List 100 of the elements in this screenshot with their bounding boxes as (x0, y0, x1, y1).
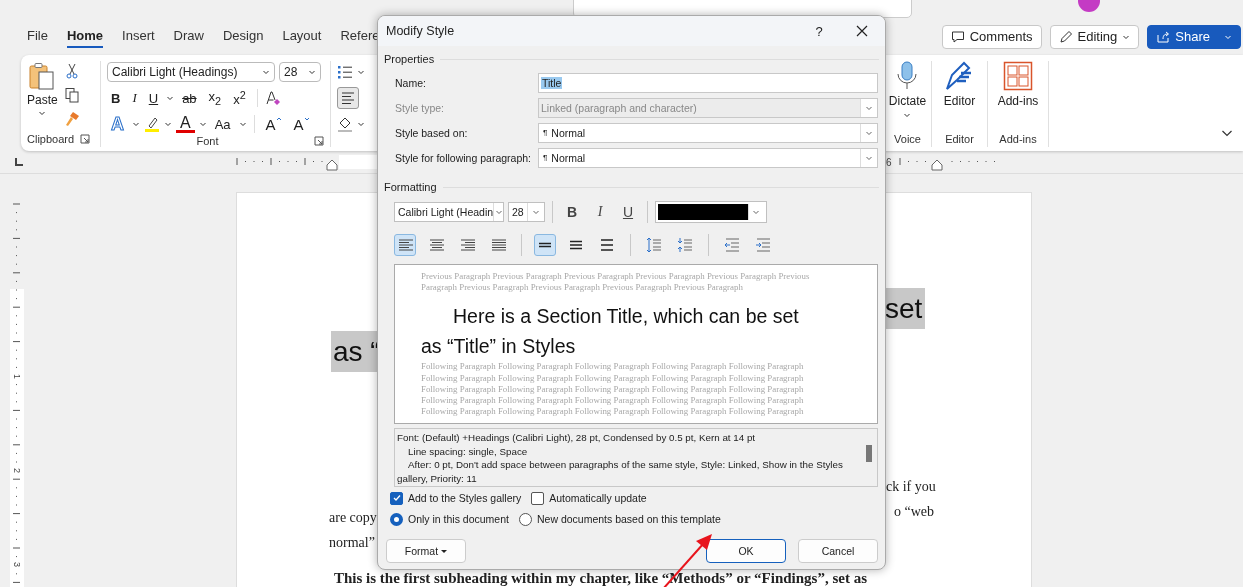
radio-button[interactable] (390, 512, 403, 526)
caret-icon (441, 548, 448, 554)
help-button[interactable]: ? (799, 23, 839, 39)
ribbon-tab[interactable]: Draw (173, 25, 204, 48)
dialog-launcher-icon[interactable] (314, 136, 324, 146)
scissors-icon[interactable] (63, 63, 80, 79)
field-label: Style based on: (395, 126, 469, 139)
ribbon-tab[interactable]: Design (222, 25, 264, 48)
align-right-icon (459, 237, 475, 253)
font-name-dropdown[interactable]: Calibri Light (Headings) (107, 62, 275, 82)
clear-formatting-icon[interactable] (264, 90, 281, 106)
caret-icon[interactable] (166, 94, 175, 102)
caret-icon[interactable] (164, 120, 172, 128)
checkbox[interactable] (531, 491, 545, 505)
change-case-button[interactable]: Aa (210, 116, 235, 132)
checkbox-option[interactable]: Automatically update (531, 491, 647, 505)
caret-icon (903, 111, 912, 119)
radio-option[interactable]: Only in this document (390, 512, 509, 526)
comments-button[interactable]: Comments (941, 24, 1042, 49)
font-size-dropdown[interactable]: 28 (508, 202, 545, 222)
tab-stop-icon[interactable] (14, 157, 24, 167)
shrink-font-button[interactable]: A (289, 115, 314, 133)
share-button[interactable]: Share (1147, 24, 1241, 49)
ribbon-tab[interactable]: File (27, 25, 48, 48)
caret-icon[interactable] (132, 120, 140, 128)
line-spacing-icon (599, 237, 615, 253)
bold-button[interactable]: B (560, 201, 584, 223)
caret-icon[interactable] (357, 120, 365, 128)
font-color-dropdown[interactable] (655, 201, 767, 223)
grow-font-button[interactable]: A (261, 115, 286, 133)
add-ins-button[interactable]: Add-ins (997, 61, 1039, 131)
superscript-button[interactable]: x$^{2}$ (229, 88, 250, 108)
caret-icon[interactable] (198, 120, 207, 128)
copy-icon[interactable] (63, 87, 80, 103)
group-label: Voice (894, 133, 921, 145)
radio-option[interactable]: New documents based on this template (518, 512, 721, 526)
editor-button[interactable]: Editor (943, 61, 976, 131)
ribbon-tab[interactable]: Refere (340, 25, 380, 48)
italic-button[interactable]: I (588, 201, 612, 223)
caret-icon[interactable] (238, 120, 247, 128)
radio-button[interactable] (518, 512, 532, 526)
section-heading: Properties (384, 53, 435, 65)
font-size-dropdown[interactable]: 28 (279, 62, 321, 82)
checkmark-icon (391, 493, 402, 503)
paint-bucket-icon[interactable] (337, 116, 353, 132)
comment-icon (950, 29, 965, 44)
field-label: Style type: (395, 101, 446, 114)
close-icon (856, 25, 868, 37)
editing-button[interactable]: Editing (1049, 24, 1140, 49)
indent-icon (724, 237, 740, 253)
ok-button[interactable]: OK (706, 539, 786, 563)
body-text: o “web (894, 504, 935, 520)
underline-button[interactable]: U (144, 90, 163, 106)
paste-button[interactable]: Paste (21, 61, 64, 131)
indent-marker[interactable] (931, 159, 943, 171)
chevron-down-icon (752, 208, 761, 216)
name-field[interactable]: Title (538, 72, 878, 93)
chevron-down-icon (262, 68, 270, 76)
underline-button[interactable]: U (616, 201, 640, 223)
indent-marker[interactable] (326, 159, 338, 171)
highlighter-icon[interactable] (144, 116, 160, 132)
caret-down-icon (303, 115, 310, 122)
group-label: Editor (945, 133, 974, 145)
text-effects-button[interactable]: A (107, 113, 128, 135)
ribbon-tab[interactable]: Home (66, 25, 104, 48)
align-left-button[interactable] (337, 87, 359, 109)
ruler-number: 1 (12, 374, 22, 379)
justify-icon (490, 237, 506, 253)
cancel-button[interactable]: Cancel (798, 539, 878, 563)
section-heading: Formatting (384, 181, 437, 193)
dictate-button[interactable]: Dictate (888, 61, 927, 131)
ribbon-tab[interactable]: Insert (122, 25, 155, 48)
font-color-button[interactable]: A (176, 115, 195, 133)
strikethrough-button[interactable]: ab (178, 90, 201, 106)
ribbon-tab[interactable]: Layout (282, 25, 322, 48)
description-text: Font: (Default) +Headings (Calibri Light), 28 pt, Condensed by 0.5 pt, Kern at 14 pt (397, 431, 757, 445)
caret-icon[interactable] (357, 68, 365, 76)
description-text: Line spacing: single, Space (407, 444, 529, 458)
grid-icon (1003, 61, 1033, 91)
dialog-title: Modify Style (386, 24, 455, 38)
scrollbar-thumb[interactable] (866, 445, 872, 462)
paintbrush-icon[interactable] (63, 111, 80, 127)
body-text: are copy (329, 510, 377, 526)
description-text: After: 0 pt, Don't add space between paragraphs of the same style, Style: Linked, Show in the Styles gallery, Priority: 11 (397, 458, 844, 485)
format-menu-button[interactable]: Format (386, 539, 466, 563)
font-name-dropdown[interactable]: Calibri Light (Headin (394, 202, 504, 222)
checkbox[interactable] (390, 491, 403, 505)
pencil-icon (1058, 29, 1073, 44)
single-spacing-button[interactable] (534, 234, 556, 256)
subscript-button[interactable]: x$_{2}$ (204, 89, 226, 107)
body-text: normal” (329, 535, 375, 551)
ruler-number: 6 (886, 157, 892, 168)
bold-button[interactable]: B (107, 90, 125, 106)
dialog-launcher-icon[interactable] (80, 134, 91, 144)
checkbox-option[interactable]: Add to the Styles gallery (390, 491, 522, 505)
align-left-button[interactable] (394, 234, 416, 256)
chevron-down-icon (494, 208, 503, 216)
caret-up-icon (275, 115, 282, 122)
italic-button[interactable]: I (128, 90, 141, 106)
bullet-list-icon[interactable] (337, 64, 353, 80)
